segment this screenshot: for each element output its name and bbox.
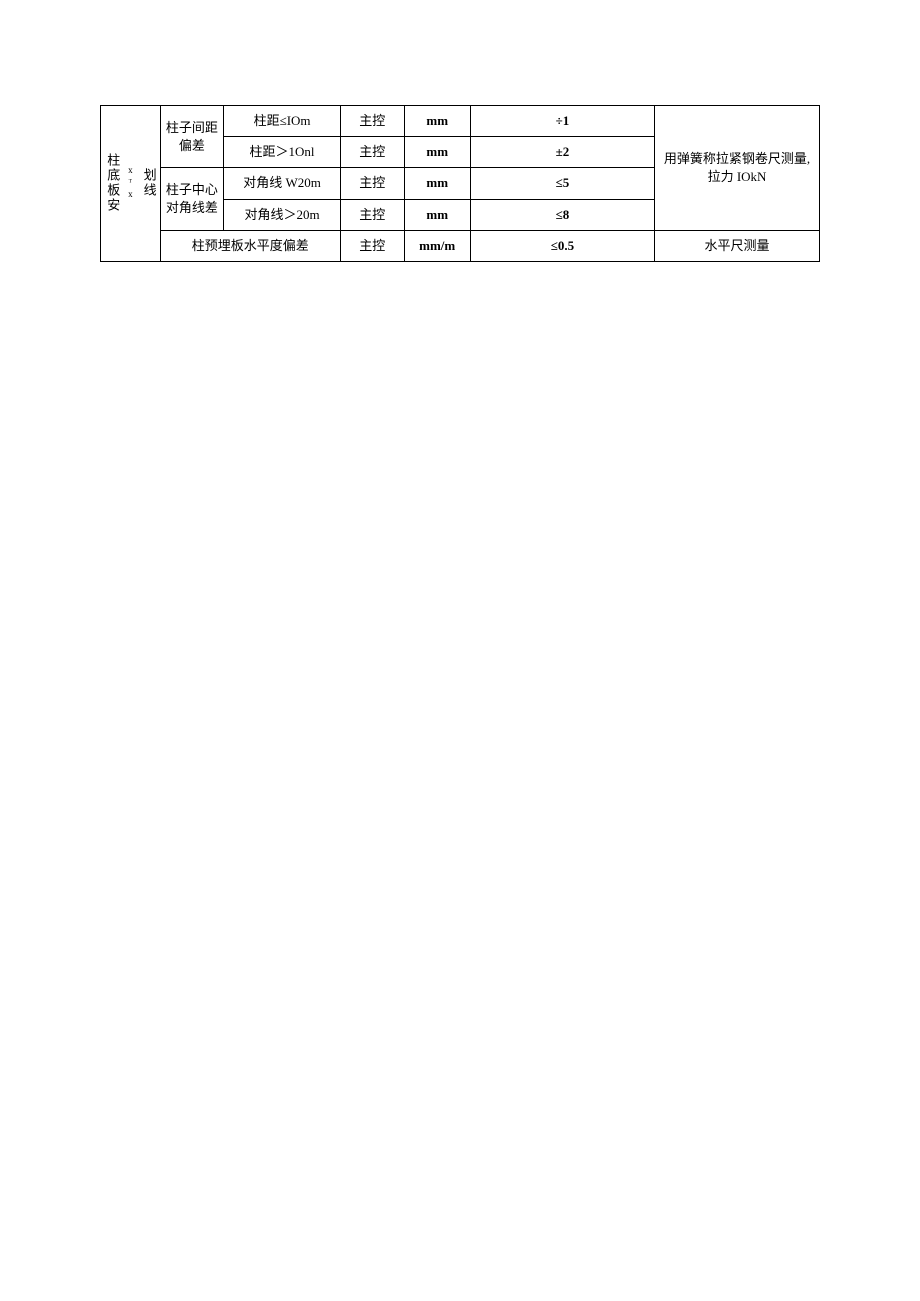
table-row: 柱预埋板水平度偏差 主控 mm/m ≤0.5 水平尺测量 <box>101 230 820 261</box>
cell-note-1: 用弹簧称拉紧钢卷尺测量, 拉力 IOkN <box>655 106 820 231</box>
cell-condition: 对角线＞20m <box>224 199 341 230</box>
cell-note-2: 水平尺测量 <box>655 230 820 261</box>
cell-value: ≤0.5 <box>470 230 654 261</box>
page: 划线 xᵀx 柱底板安 柱子间距偏差 柱距≤IOm 主控 mm ÷1 用弹簧称拉… <box>0 0 920 1301</box>
cell-condition: 对角线 W20m <box>224 168 341 199</box>
cell-unit: mm <box>404 199 470 230</box>
spec-table: 划线 xᵀx 柱底板安 柱子间距偏差 柱距≤IOm 主控 mm ÷1 用弹簧称拉… <box>100 105 820 262</box>
cell-condition: 柱距＞1Onl <box>224 137 341 168</box>
group-label-2: 柱子中心对角线差 <box>160 168 224 230</box>
cell-control: 主控 <box>340 137 404 168</box>
cell-value: ≤8 <box>470 199 654 230</box>
cell-unit: mm <box>404 168 470 199</box>
cell-control: 主控 <box>340 199 404 230</box>
row-header-sub: xᵀx <box>125 165 135 201</box>
cell-control: 主控 <box>340 230 404 261</box>
cell-condition-wide: 柱预埋板水平度偏差 <box>160 230 340 261</box>
cell-unit: mm <box>404 106 470 137</box>
row-header-main: 划线 <box>142 168 157 198</box>
cell-condition: 柱距≤IOm <box>224 106 341 137</box>
cell-value: ÷1 <box>470 106 654 137</box>
row-header-tail: 柱底板安 <box>105 153 120 213</box>
cell-unit: mm/m <box>404 230 470 261</box>
cell-control: 主控 <box>340 106 404 137</box>
cell-value: ≤5 <box>470 168 654 199</box>
row-header-vertical: 划线 xᵀx 柱底板安 <box>101 106 161 262</box>
cell-unit: mm <box>404 137 470 168</box>
group-label-1: 柱子间距偏差 <box>160 106 224 168</box>
table-row: 划线 xᵀx 柱底板安 柱子间距偏差 柱距≤IOm 主控 mm ÷1 用弹簧称拉… <box>101 106 820 137</box>
cell-value: ±2 <box>470 137 654 168</box>
cell-control: 主控 <box>340 168 404 199</box>
